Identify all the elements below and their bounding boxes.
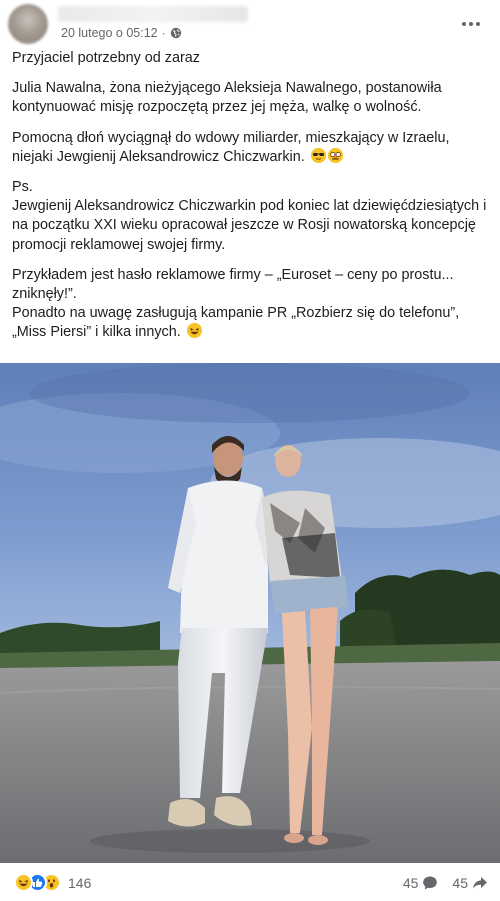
post-paragraph-with-emoji: Pomocną dłoń wyciągnął do wdowy miliarde…	[12, 129, 490, 167]
comment-icon	[423, 876, 438, 890]
reaction-count[interactable]: 146	[68, 875, 91, 891]
haha-reaction-icon	[14, 873, 33, 892]
post-footer: 146 45 45	[0, 867, 500, 901]
meta-separator: ·	[161, 26, 166, 40]
more-horizontal-icon[interactable]	[460, 13, 482, 35]
post-paragraph-text: Przykładem jest hasło reklamowe firmy – …	[12, 266, 460, 341]
avatar[interactable]	[8, 4, 48, 44]
share-icon	[473, 877, 487, 889]
post-paragraph: Ps. Jewgienij Aleksandrowicz Chiczwarkin…	[12, 179, 487, 253]
reactions-summary[interactable]: 146	[14, 873, 91, 892]
post-stats: 45 45	[403, 875, 488, 891]
disguised-face-emoji-icon	[327, 147, 343, 163]
post-photo[interactable]	[0, 363, 500, 863]
author-name-blurred[interactable]	[58, 6, 248, 22]
comment-count: 45	[402, 875, 419, 891]
post-paragraph: Julia Nawalna, żona nieżyjącego Aleksiej…	[12, 80, 442, 116]
post-header: 20 lutego o 05:12 ·	[0, 0, 500, 48]
share-count-stat[interactable]: 45	[452, 875, 488, 891]
beach-couple-photo	[0, 363, 500, 863]
comment-count-stat[interactable]: 45	[403, 875, 439, 891]
post-paragraph-with-emoji: Przykładem jest hasło reklamowe firmy – …	[12, 266, 490, 343]
share-count: 45	[452, 875, 468, 891]
post-meta: 20 lutego o 05:12 ·	[61, 26, 182, 40]
post-paragraph-text: Pomocną dłoń wyciągnął do wdowy miliarde…	[12, 129, 450, 165]
post-body: Przyjaciel potrzebny od zaraz Julia Nawa…	[12, 49, 490, 354]
sunglasses-emoji-icon	[310, 147, 326, 163]
post-paragraph: Przyjaciel potrzebny od zaraz	[12, 50, 200, 66]
globe-icon	[170, 27, 182, 39]
post-timestamp[interactable]: 20 lutego o 05:12	[61, 26, 158, 40]
laughing-emoji-icon	[186, 323, 202, 339]
